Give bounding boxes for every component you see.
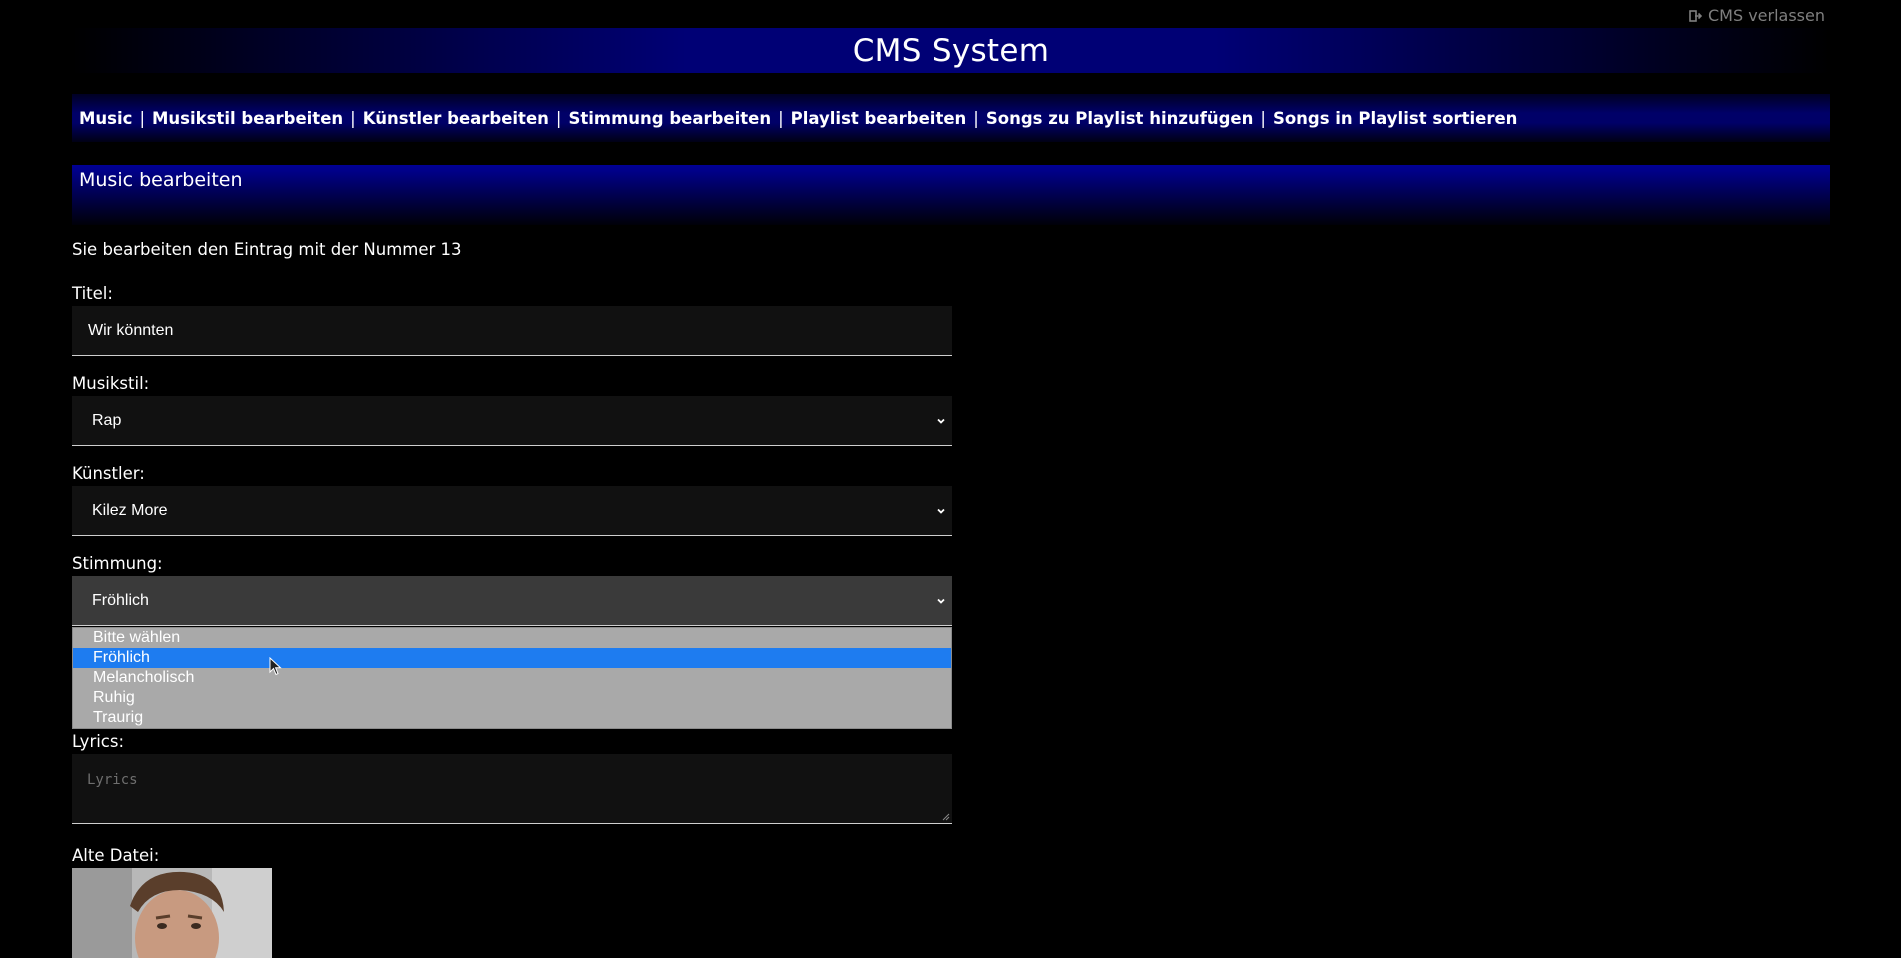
- site-header: CMS System: [72, 28, 1830, 73]
- titel-label: Titel:: [72, 284, 113, 303]
- chevron-down-icon: [937, 508, 945, 514]
- dropdown-option[interactable]: Ruhig: [73, 688, 951, 708]
- exit-cms-label: CMS verlassen: [1707, 6, 1825, 25]
- old-file-image: [72, 868, 272, 958]
- stimmung-dropdown-list: Bitte wählen Fröhlich Melancholisch Ruhi…: [72, 627, 952, 729]
- nav-separator: |: [778, 108, 784, 128]
- main-nav: Music | Musikstil bearbeiten | Künstler …: [72, 94, 1830, 142]
- kuenstler-label: Künstler:: [72, 464, 145, 483]
- dropdown-option[interactable]: Traurig: [73, 708, 951, 728]
- kuenstler-select[interactable]: Kilez More: [72, 486, 952, 536]
- nav-item-playlist[interactable]: Playlist bearbeiten: [791, 109, 967, 128]
- stimmung-select[interactable]: Fröhlich: [72, 576, 952, 626]
- stimmung-label: Stimmung:: [72, 554, 163, 573]
- nav-separator: |: [350, 108, 356, 128]
- nav-item-musikstil[interactable]: Musikstil bearbeiten: [152, 109, 343, 128]
- section-heading: Music bearbeiten: [72, 165, 1830, 225]
- lyrics-placeholder: Lyrics: [87, 772, 138, 788]
- edit-info-text: Sie bearbeiten den Eintrag mit der Numme…: [72, 240, 462, 259]
- exit-cms-link[interactable]: CMS verlassen: [1689, 6, 1825, 25]
- mouse-pointer-icon: [269, 657, 282, 676]
- musikstil-label: Musikstil:: [72, 374, 150, 393]
- dropdown-option[interactable]: Melancholisch: [73, 668, 951, 688]
- site-title: CMS System: [852, 32, 1050, 69]
- musikstil-select[interactable]: Rap: [72, 396, 952, 446]
- dropdown-option[interactable]: Bitte wählen: [73, 628, 951, 648]
- titel-value: Wir könnten: [88, 321, 174, 339]
- chevron-down-icon: [937, 418, 945, 424]
- nav-separator: |: [555, 108, 562, 128]
- nav-separator: |: [973, 108, 979, 128]
- sign-out-icon: [1689, 9, 1703, 22]
- chevron-down-icon: [937, 598, 945, 604]
- nav-separator: |: [1260, 108, 1266, 128]
- dropdown-option-selected[interactable]: Fröhlich: [73, 648, 951, 668]
- page: CMS verlassen CMS System Music | Musikst…: [0, 0, 1901, 958]
- alte-datei-label: Alte Datei:: [72, 846, 160, 865]
- lyrics-textarea[interactable]: Lyrics: [72, 754, 952, 824]
- nav-item-songs-sortieren[interactable]: Songs in Playlist sortieren: [1273, 109, 1518, 128]
- nav-item-kuenstler[interactable]: Künstler bearbeiten: [363, 109, 549, 128]
- nav-separator: |: [139, 108, 145, 128]
- kuenstler-value: Kilez More: [92, 501, 168, 519]
- nav-item-music[interactable]: Music: [79, 109, 132, 128]
- artist-portrait: [72, 868, 272, 958]
- musikstil-value: Rap: [92, 411, 122, 429]
- nav-item-songs-hinzufuegen[interactable]: Songs zu Playlist hinzufügen: [986, 109, 1254, 128]
- resize-grip-icon[interactable]: [942, 813, 950, 821]
- section-title: Music bearbeiten: [79, 169, 243, 191]
- stimmung-value: Fröhlich: [92, 591, 149, 609]
- nav-item-stimmung[interactable]: Stimmung bearbeiten: [568, 109, 771, 128]
- titel-input[interactable]: Wir könnten: [72, 306, 952, 356]
- lyrics-label: Lyrics:: [72, 732, 125, 751]
